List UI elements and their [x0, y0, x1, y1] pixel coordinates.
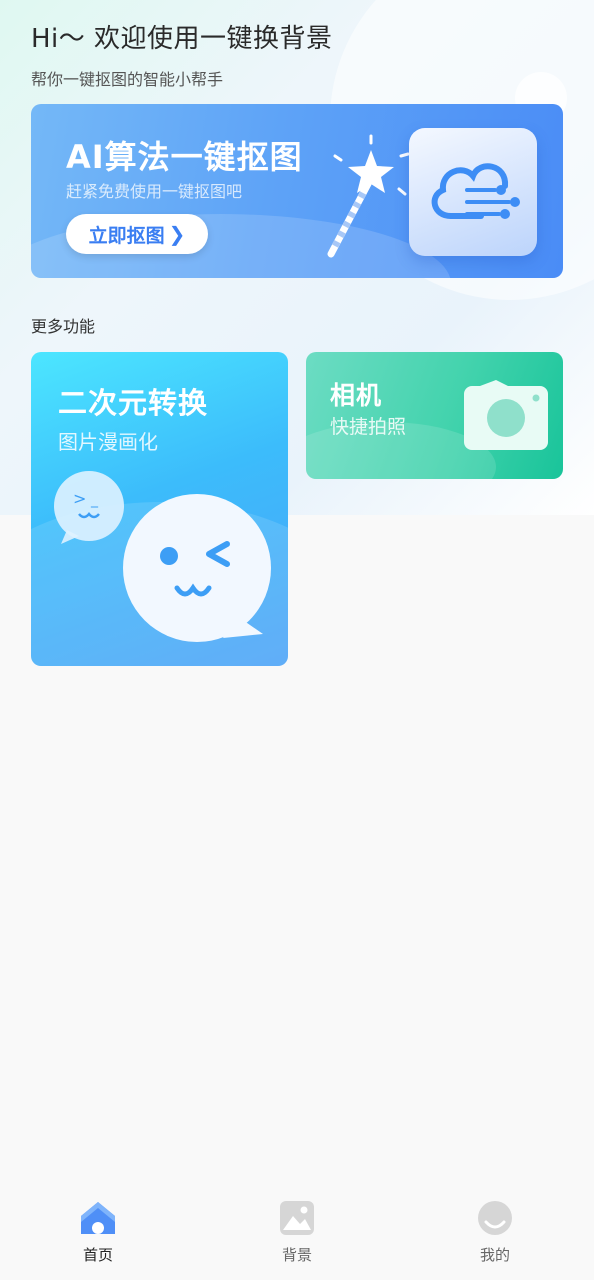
section-title: 更多功能 — [31, 317, 96, 336]
card-subtitle: 快捷拍照 — [330, 416, 407, 438]
profile-icon — [478, 1201, 512, 1235]
card-title: 相机 — [330, 381, 383, 410]
tab-home[interactable]: 首页 — [48, 1200, 148, 1265]
start-cutout-label: 立即抠图 — [88, 224, 165, 247]
card-title: 二次元转换 — [58, 386, 209, 420]
chat-bubble-face-icon: > _ — [54, 471, 271, 642]
page-subtitle: 帮你一键抠图的智能小帮手 — [31, 70, 224, 89]
camera-icon — [464, 380, 548, 450]
tab-label: 首页 — [82, 1246, 113, 1264]
home-icon — [81, 1202, 115, 1234]
tab-mine[interactable]: 我的 — [445, 1200, 545, 1265]
chevron-right-icon: ❯ — [168, 222, 186, 246]
start-cutout-button[interactable]: 立即抠图 ❯ — [66, 214, 208, 254]
ai-cutout-banner[interactable]: AI算法一键抠图 赶紧免费使用一键抠图吧 立即抠图 ❯ — [31, 104, 563, 278]
magic-wand-icon — [327, 134, 410, 258]
banner-title: AI算法一键抠图 — [66, 138, 303, 176]
banner-subtitle: 赶紧免费使用一键抠图吧 — [66, 182, 243, 201]
tab-label: 我的 — [479, 1246, 510, 1264]
tab-background[interactable]: 背景 — [247, 1200, 347, 1265]
anime-convert-card[interactable]: 二次元转换 图片漫画化 > _ — [31, 352, 288, 666]
bottom-tab-bar: 首页 背景 我的 — [0, 1188, 594, 1280]
camera-card[interactable]: 相机 快捷拍照 — [306, 352, 563, 479]
image-icon — [280, 1201, 314, 1235]
tab-label: 背景 — [281, 1246, 312, 1264]
card-subtitle: 图片漫画化 — [58, 430, 158, 454]
svg-text:>: > — [73, 489, 86, 508]
page-title: Hi～ 欢迎使用一键换背景 — [31, 24, 333, 54]
cloud-network-tile — [409, 128, 537, 256]
svg-text:_: _ — [90, 492, 99, 508]
cloud-network-icon — [431, 163, 520, 219]
